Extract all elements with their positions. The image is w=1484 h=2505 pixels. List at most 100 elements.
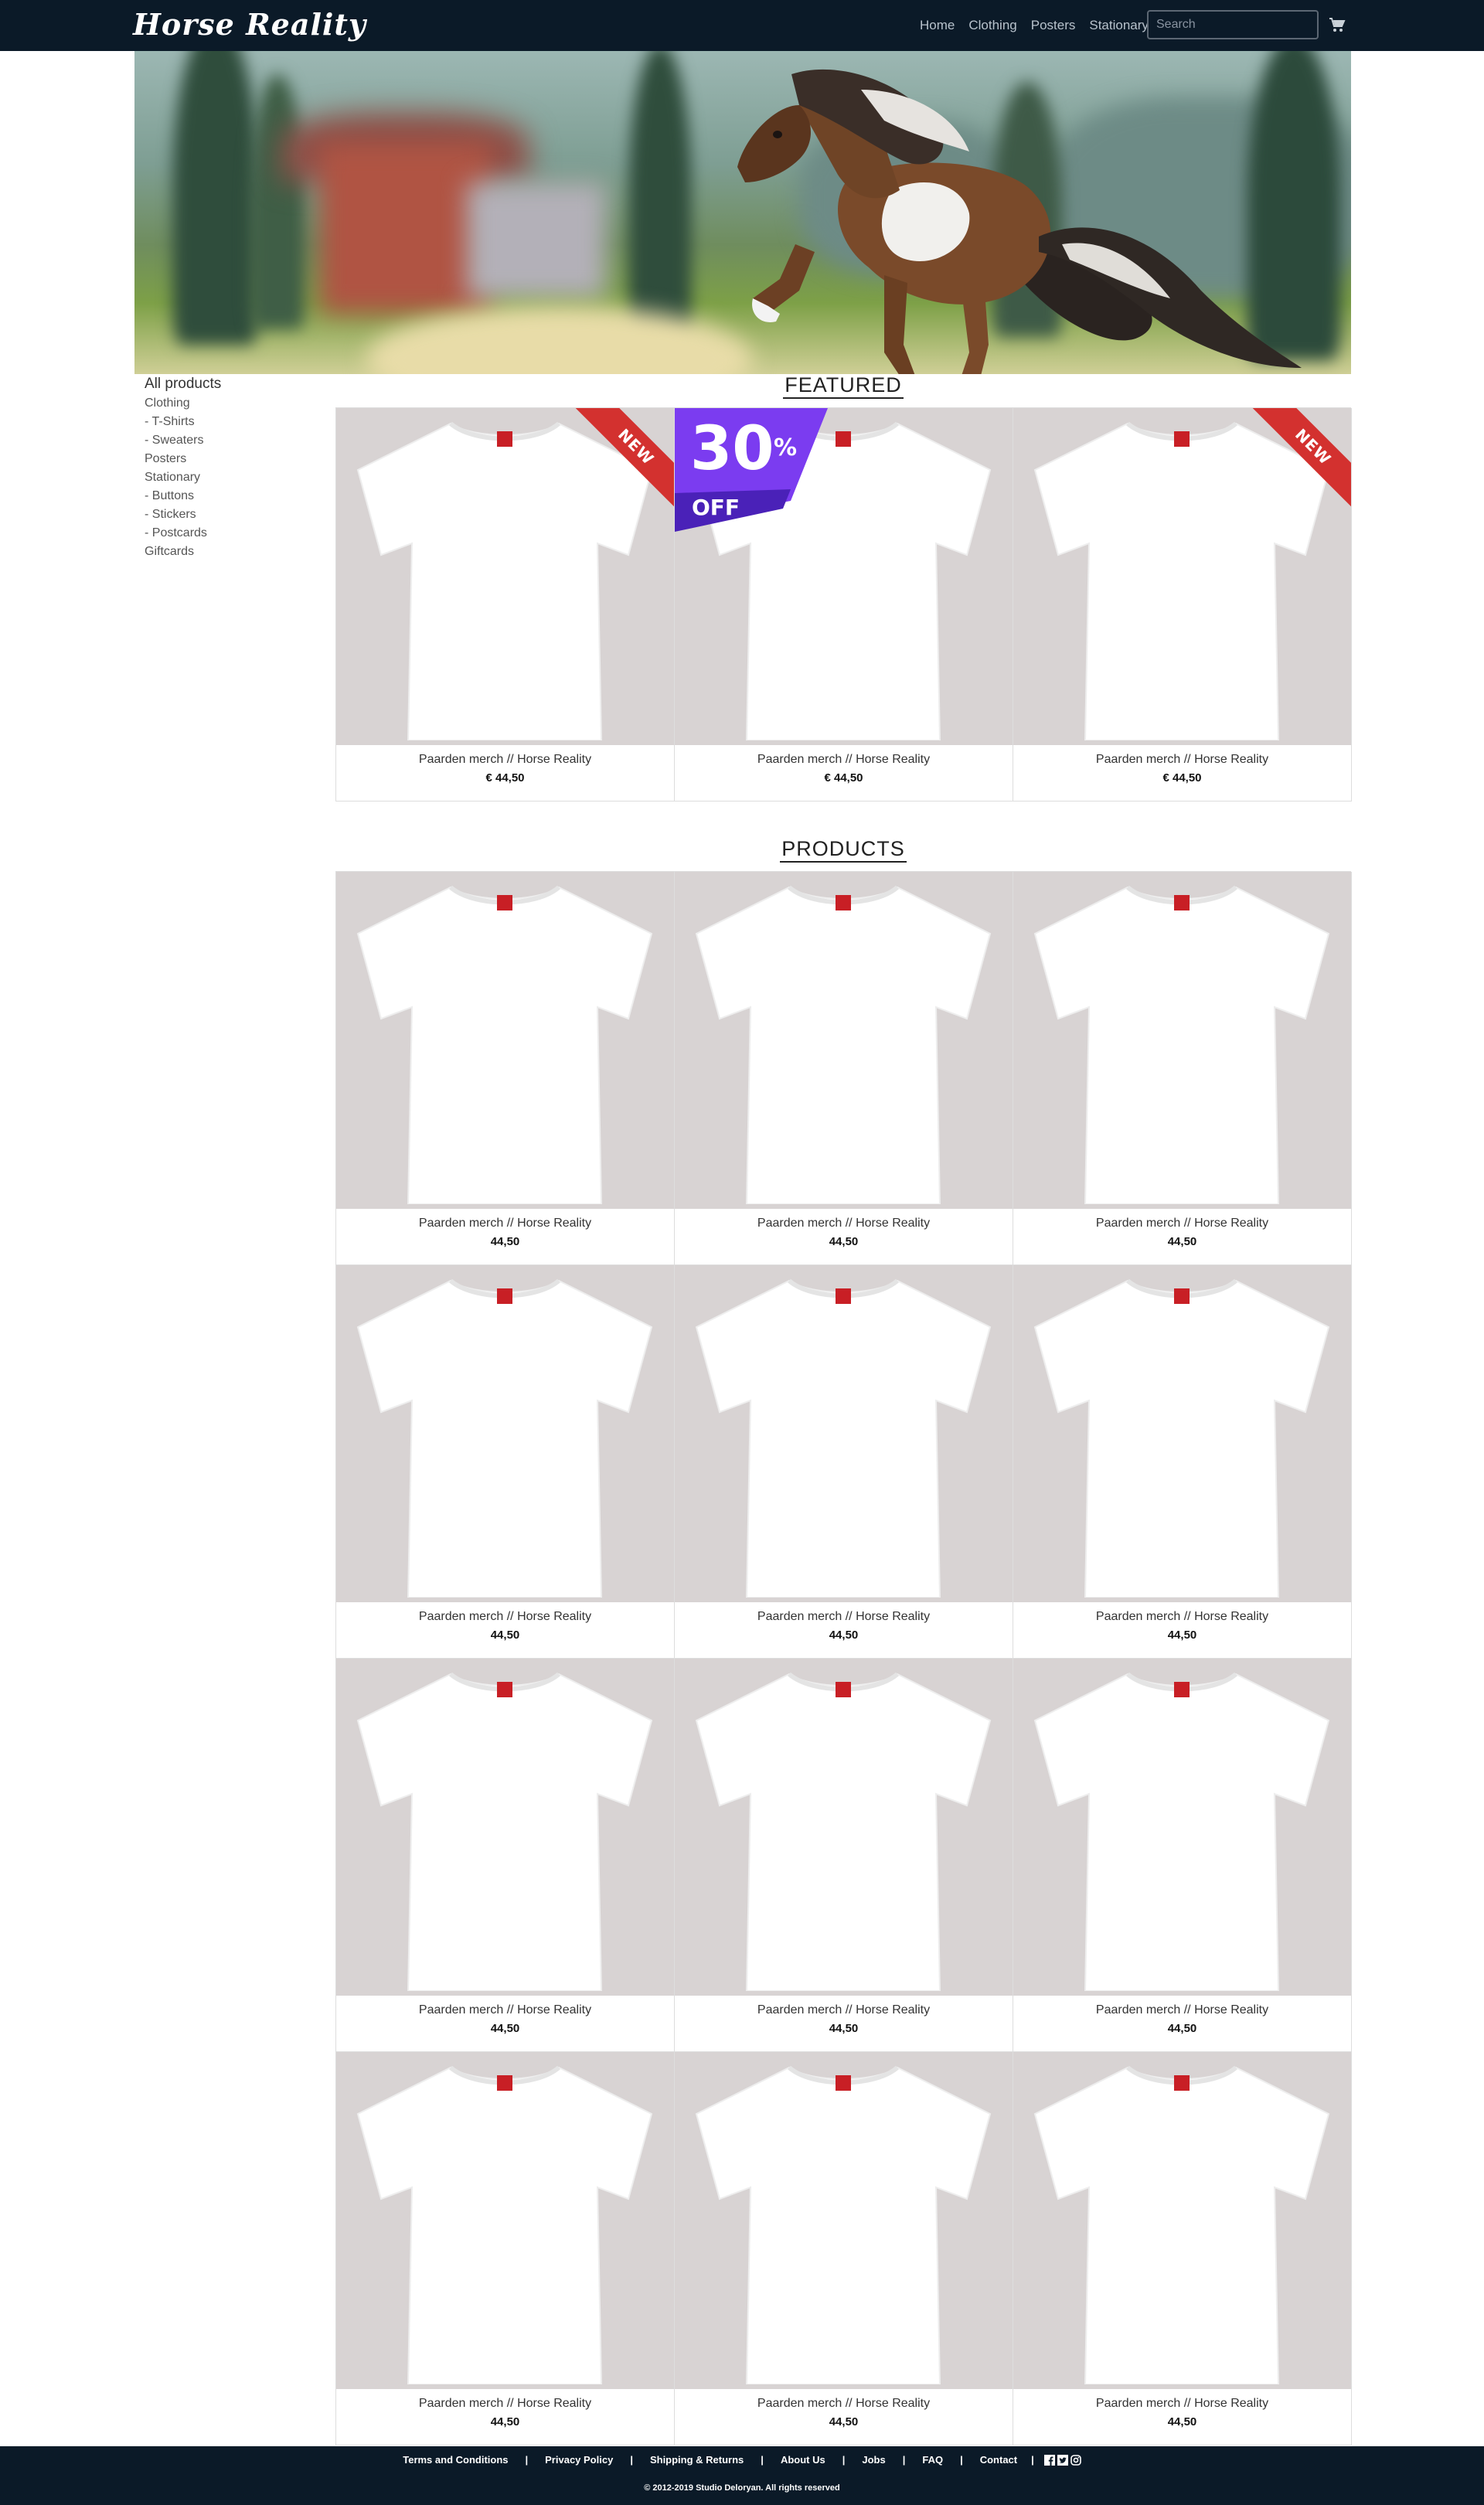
product-image[interactable] — [336, 2052, 674, 2389]
product-name[interactable]: Paarden merch // Horse Reality — [675, 753, 1013, 767]
nav-link-posters[interactable]: Posters — [1031, 18, 1076, 33]
hero-banner — [134, 51, 1351, 374]
tshirt-image — [1033, 421, 1330, 740]
product-card[interactable]: Paarden merch // Horse Reality 44,50 — [1013, 2052, 1352, 2445]
product-name[interactable]: Paarden merch // Horse Reality — [675, 1217, 1013, 1230]
product-price: 44,50 — [490, 2415, 520, 2428]
tshirt-image — [1033, 1278, 1330, 1598]
product-name[interactable]: Paarden merch // Horse Reality — [336, 2397, 674, 2411]
product-image[interactable] — [1013, 872, 1351, 1209]
product-price: 44,50 — [490, 1629, 520, 1642]
tshirt-image — [356, 2065, 653, 2384]
tshirt-image — [1033, 1672, 1330, 1991]
sidebar-item-giftcards[interactable]: Giftcards — [145, 543, 330, 561]
sidebar-item-buttons[interactable]: - Buttons — [145, 487, 330, 505]
footer-link-jobs[interactable]: Jobs — [862, 2454, 885, 2466]
product-image[interactable] — [336, 408, 674, 745]
product-image[interactable] — [336, 1659, 674, 1996]
product-name[interactable]: Paarden merch // Horse Reality — [336, 2003, 674, 2017]
product-card[interactable]: Paarden merch // Horse Reality 44,50 — [675, 1659, 1013, 2052]
nav-link-clothing[interactable]: Clothing — [968, 18, 1016, 33]
product-image[interactable] — [1013, 1265, 1351, 1602]
search-input[interactable] — [1147, 10, 1319, 39]
product-image[interactable] — [1013, 408, 1351, 745]
product-name[interactable]: Paarden merch // Horse Reality — [1013, 1217, 1351, 1230]
product-price: 44,50 — [829, 2415, 859, 2428]
product-name[interactable]: Paarden merch // Horse Reality — [675, 2003, 1013, 2017]
featured-grid: NEW Paarden merch // Horse Reality € 44,… — [335, 407, 1352, 802]
site-footer: Terms and Conditions | Privacy Policy | … — [0, 2446, 1484, 2505]
sidebar-all-products[interactable]: All products — [145, 374, 330, 394]
featured-product-card[interactable]: NEW Paarden merch // Horse Reality € 44,… — [1013, 408, 1352, 802]
sidebar-item-clothing[interactable]: Clothing — [145, 394, 330, 413]
nav-link-stationary[interactable]: Stationary — [1089, 18, 1149, 33]
site-logo[interactable]: Horse Reality — [133, 3, 366, 46]
product-card[interactable]: Paarden merch // Horse Reality 44,50 — [336, 1659, 675, 2052]
product-name[interactable]: Paarden merch // Horse Reality — [675, 2397, 1013, 2411]
product-image[interactable] — [336, 1265, 674, 1602]
product-price: 44,50 — [1167, 1629, 1197, 1642]
footer-link-faq[interactable]: FAQ — [922, 2454, 943, 2466]
tshirt-image — [356, 1672, 653, 1991]
product-name[interactable]: Paarden merch // Horse Reality — [1013, 1610, 1351, 1624]
sidebar-item-posters[interactable]: Posters — [145, 450, 330, 468]
footer-link-contact[interactable]: Contact — [980, 2454, 1017, 2466]
footer-link-shipping[interactable]: Shipping & Returns — [650, 2454, 744, 2466]
tshirt-image — [695, 2065, 992, 2384]
product-name[interactable]: Paarden merch // Horse Reality — [675, 1610, 1013, 1624]
instagram-icon[interactable] — [1070, 2454, 1081, 2466]
tshirt-image — [1033, 2065, 1330, 2384]
product-card[interactable]: Paarden merch // Horse Reality 44,50 — [1013, 872, 1352, 1265]
product-price: € 44,50 — [824, 771, 863, 785]
discount-percent-sign: % — [774, 434, 798, 461]
footer-link-terms[interactable]: Terms and Conditions — [403, 2454, 508, 2466]
product-card[interactable]: Paarden merch // Horse Reality 44,50 — [1013, 1265, 1352, 1659]
main-nav: Home Clothing Posters Stationary — [920, 0, 1162, 51]
sidebar-item-postcards[interactable]: - Postcards — [145, 524, 330, 543]
product-price: 44,50 — [490, 1235, 520, 1248]
top-navbar: Horse Reality Home Clothing Posters Stat… — [0, 0, 1484, 51]
nav-link-home[interactable]: Home — [920, 18, 955, 33]
product-image[interactable] — [1013, 1659, 1351, 1996]
sidebar-item-stickers[interactable]: - Stickers — [145, 505, 330, 524]
shopping-cart-icon[interactable] — [1328, 15, 1346, 34]
product-price: 44,50 — [1167, 2415, 1197, 2428]
sidebar-item-stationary[interactable]: Stationary — [145, 468, 330, 487]
product-card[interactable]: Paarden merch // Horse Reality 44,50 — [675, 2052, 1013, 2445]
product-image[interactable] — [675, 1659, 1013, 1996]
footer-separator: | — [1031, 2454, 1034, 2466]
product-image[interactable] — [1013, 2052, 1351, 2389]
product-name[interactable]: Paarden merch // Horse Reality — [336, 753, 674, 767]
product-image[interactable] — [675, 872, 1013, 1209]
product-image[interactable] — [675, 2052, 1013, 2389]
copyright-text: © 2012-2019 Studio Deloryan. All rights … — [644, 2483, 840, 2493]
facebook-icon[interactable] — [1043, 2454, 1055, 2466]
footer-link-about[interactable]: About Us — [781, 2454, 825, 2466]
product-image[interactable] — [336, 872, 674, 1209]
product-card[interactable]: Paarden merch // Horse Reality 44,50 — [336, 2052, 675, 2445]
featured-product-card[interactable]: NEW Paarden merch // Horse Reality € 44,… — [336, 408, 675, 802]
product-name[interactable]: Paarden merch // Horse Reality — [336, 1217, 674, 1230]
product-image[interactable] — [675, 1265, 1013, 1602]
product-price: 44,50 — [1167, 2022, 1197, 2035]
discount-off-label: OFF — [692, 495, 740, 520]
sidebar-item-t-shirts[interactable]: - T-Shirts — [145, 413, 330, 431]
sidebar-item-sweaters[interactable]: - Sweaters — [145, 431, 330, 450]
product-price: 44,50 — [829, 2022, 859, 2035]
product-name[interactable]: Paarden merch // Horse Reality — [336, 1610, 674, 1624]
product-name[interactable]: Paarden merch // Horse Reality — [1013, 753, 1351, 767]
tshirt-image — [1033, 885, 1330, 1204]
product-card[interactable]: Paarden merch // Horse Reality 44,50 — [675, 1265, 1013, 1659]
product-card[interactable]: Paarden merch // Horse Reality 44,50 — [1013, 1659, 1352, 2052]
featured-product-card[interactable]: 30 % OFF Paarden merch // Horse Reality … — [675, 408, 1013, 802]
category-sidebar: All products Clothing - T-Shirts - Sweat… — [145, 374, 330, 561]
footer-separator: | — [525, 2454, 529, 2466]
footer-separator: | — [902, 2454, 906, 2466]
product-name[interactable]: Paarden merch // Horse Reality — [1013, 2003, 1351, 2017]
footer-link-privacy[interactable]: Privacy Policy — [545, 2454, 613, 2466]
twitter-icon[interactable] — [1057, 2454, 1068, 2466]
product-card[interactable]: Paarden merch // Horse Reality 44,50 — [336, 1265, 675, 1659]
product-name[interactable]: Paarden merch // Horse Reality — [1013, 2397, 1351, 2411]
product-card[interactable]: Paarden merch // Horse Reality 44,50 — [336, 872, 675, 1265]
product-card[interactable]: Paarden merch // Horse Reality 44,50 — [675, 872, 1013, 1265]
